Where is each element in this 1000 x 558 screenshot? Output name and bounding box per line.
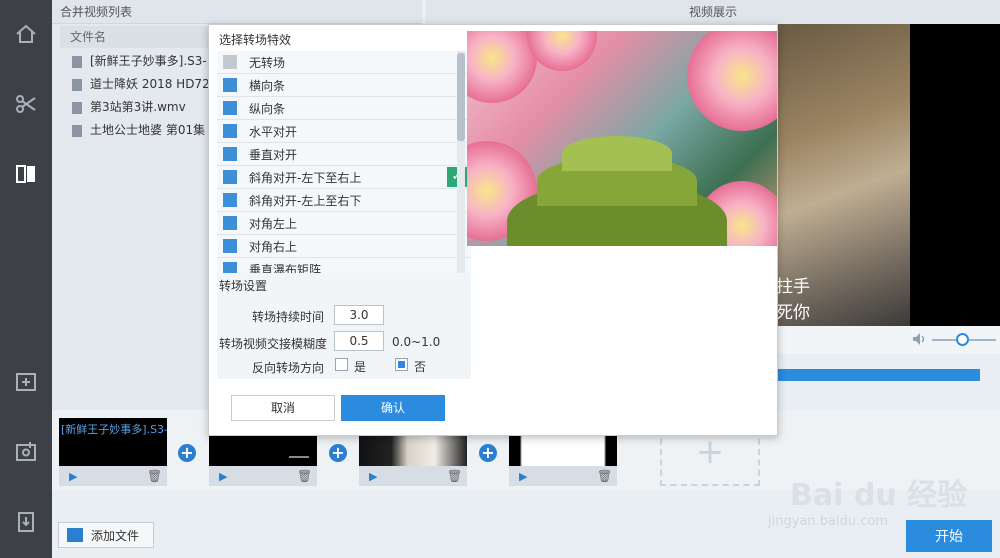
transition-dialog: 选择转场特效 ✕ 无转场 横向条 纵向条 水平对开 垂直对开 斜角对开-左下至右…: [208, 24, 778, 436]
effect-item[interactable]: 斜角对开-左上至右下: [217, 189, 471, 212]
transition-icon: [223, 78, 237, 92]
effect-label: 对角左上: [249, 216, 298, 231]
blur-input[interactable]: 0.5: [334, 331, 384, 351]
clip-frame-detail: [289, 456, 309, 458]
transition-icon: [223, 101, 237, 115]
file-name: 道士降妖 2018 HD720p: [90, 77, 225, 91]
effect-label: 水平对开: [249, 124, 298, 139]
add-transition-icon[interactable]: +: [329, 444, 347, 462]
volume-icon[interactable]: [912, 332, 928, 349]
volume-slider-handle[interactable]: [956, 333, 969, 346]
clip-controls: ▶ 🗑: [359, 466, 467, 486]
reverse-no-label: 否: [414, 360, 427, 374]
baidu-watermark: Bai du 经验: [790, 478, 968, 513]
merge-icon[interactable]: [10, 158, 42, 190]
document-icon: [72, 124, 82, 137]
reverse-yes-checkbox[interactable]: [335, 358, 348, 371]
clip-controls: ▶ 🗑: [209, 466, 317, 486]
document-icon: [72, 78, 82, 91]
dialog-title: 选择转场特效: [219, 33, 292, 47]
effect-label: 横向条: [249, 78, 286, 93]
panel-title: 合并视频列表: [52, 0, 422, 24]
player-controls: [776, 326, 1000, 354]
add-file-icon: [67, 528, 83, 542]
trash-icon[interactable]: 🗑: [297, 469, 312, 483]
transition-icon: [223, 239, 237, 253]
effect-item[interactable]: 对角右上: [217, 235, 471, 258]
effect-item[interactable]: 垂直对开: [217, 143, 471, 166]
effect-label: 垂直瀑布矩阵: [249, 262, 322, 274]
effect-item[interactable]: 水平对开: [217, 120, 471, 143]
transition-icon: [223, 124, 237, 138]
add-transition-icon[interactable]: +: [178, 444, 196, 462]
play-icon[interactable]: ▶: [519, 470, 527, 483]
settings-folder-icon[interactable]: [10, 436, 42, 468]
effect-item[interactable]: 垂直瀑布矩阵: [217, 258, 471, 273]
add-folder-icon[interactable]: [10, 366, 42, 398]
blur-label: 转场视频交接模糊度: [218, 337, 327, 351]
reverse-no-checkbox[interactable]: [395, 358, 408, 371]
video-player[interactable]: 拄手 死你: [776, 24, 1000, 326]
scrollbar-thumb[interactable]: [457, 53, 465, 141]
video-display-title: 视频展示: [426, 0, 1000, 24]
duration-input[interactable]: 3.0: [334, 305, 384, 325]
reverse-yes-label: 是: [354, 360, 367, 374]
trash-icon[interactable]: 🗑: [447, 469, 462, 483]
effect-item[interactable]: 对角左上: [217, 212, 471, 235]
subtitle-line-1: 拄手: [776, 277, 810, 297]
transition-preview: [467, 31, 777, 246]
effect-label: 垂直对开: [249, 147, 298, 162]
effect-label: 对角右上: [249, 239, 298, 254]
clip-label: [新鲜王子妙事多].S3-16: [61, 423, 167, 436]
preview-flower: [527, 31, 597, 71]
play-icon[interactable]: ▶: [69, 470, 77, 483]
effect-list: 无转场 横向条 纵向条 水平对开 垂直对开 斜角对开-左下至右上✓ 斜角对开-左…: [217, 51, 471, 273]
file-name: 第3站第3讲.wmv: [90, 100, 186, 114]
effect-item-selected[interactable]: 斜角对开-左下至右上✓: [217, 166, 471, 189]
transition-icon: [223, 193, 237, 207]
scissors-icon[interactable]: [10, 88, 42, 120]
trash-icon[interactable]: 🗑: [147, 469, 162, 483]
no-transition-icon: [223, 55, 237, 69]
add-transition-icon[interactable]: +: [479, 444, 497, 462]
transition-icon: [223, 216, 237, 230]
blur-range: 0.0~1.0: [392, 335, 441, 349]
home-icon[interactable]: [10, 18, 42, 50]
effect-item[interactable]: 横向条: [217, 74, 471, 97]
file-name: [新鲜王子妙事多].S3-16: [90, 54, 223, 68]
preview-flower: [687, 31, 777, 131]
file-name: 土地公士地婆 第01集 超: [90, 123, 221, 137]
transition-icon: [223, 262, 237, 273]
baidu-watermark-url: jingyan.baidu.com: [768, 514, 888, 529]
document-icon: [72, 101, 82, 114]
effect-item[interactable]: 纵向条: [217, 97, 471, 120]
effect-label: 无转场: [249, 55, 286, 70]
cancel-button[interactable]: 取消: [231, 395, 335, 421]
start-button[interactable]: 开始: [906, 520, 992, 552]
trash-icon[interactable]: 🗑: [597, 469, 612, 483]
effect-item[interactable]: 无转场: [217, 51, 471, 74]
effect-label: 斜角对开-左上至右下: [249, 193, 362, 208]
confirm-button[interactable]: 确认: [341, 395, 445, 421]
duration-label: 转场持续时间: [251, 310, 324, 324]
sidebar: [0, 0, 52, 558]
transition-icon: [223, 147, 237, 161]
add-file-button[interactable]: 添加文件: [58, 522, 154, 548]
export-icon[interactable]: [10, 506, 42, 538]
progress-bar[interactable]: [776, 369, 980, 381]
transition-icon: [223, 170, 237, 184]
reverse-label: 反向转场方向: [251, 361, 324, 375]
clip-controls: ▶ 🗑: [509, 466, 617, 486]
settings-title: 转场设置: [219, 279, 268, 293]
effect-label: 纵向条: [249, 101, 286, 116]
play-icon[interactable]: ▶: [369, 470, 377, 483]
play-icon[interactable]: ▶: [219, 470, 227, 483]
add-file-label: 添加文件: [91, 528, 140, 543]
clip-thumbnail[interactable]: [新鲜王子妙事多].S3-16: [59, 418, 167, 466]
preview-terrace: [562, 136, 672, 171]
document-icon: [72, 55, 82, 68]
effect-label: 斜角对开-左下至右上: [249, 170, 362, 185]
subtitle-line-2: 死你: [776, 303, 810, 323]
clip-controls: ▶ 🗑: [59, 466, 167, 486]
